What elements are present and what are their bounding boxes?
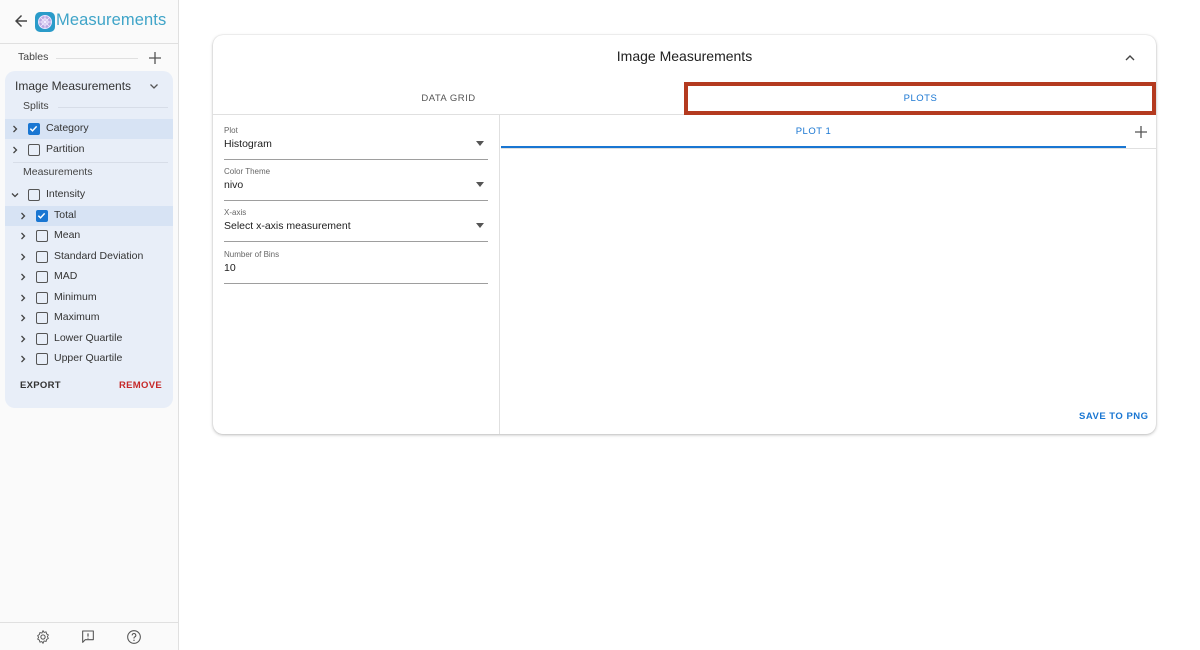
save-to-png-button[interactable]: SAVE TO PNG — [1079, 411, 1149, 422]
tree-item-label: Partition — [46, 142, 85, 155]
tree-item-label: Total — [54, 208, 77, 221]
tree-item-label: Lower Quartile — [54, 331, 123, 344]
plot-type-label: Plot — [224, 126, 238, 135]
plot-type-select[interactable]: Plot Histogram — [224, 126, 488, 160]
chevron-right-icon[interactable] — [18, 313, 28, 323]
checkbox[interactable] — [28, 143, 40, 156]
settings-icon[interactable] — [35, 629, 51, 645]
table-card: Image Measurements Splits Category Partit… — [5, 71, 173, 408]
tab-plots[interactable]: PLOTS — [685, 82, 1156, 115]
measurement-item[interactable]: Maximum — [5, 308, 173, 328]
measurements-panel: Image Measurements DATA GRID PLOTS Plot … — [213, 35, 1156, 434]
plot-pane: PLOT 1 SAVE TO PNG — [501, 115, 1156, 434]
bins-label: Number of Bins — [224, 250, 280, 259]
measurement-item[interactable]: Lower Quartile — [5, 329, 173, 349]
tab-plot-1[interactable]: PLOT 1 — [501, 115, 1126, 148]
tree-item-label: Category — [46, 122, 89, 134]
checkbox[interactable] — [36, 332, 48, 345]
plot-type-value: Histogram — [224, 138, 272, 150]
checkbox[interactable] — [36, 209, 48, 222]
chevron-right-icon[interactable] — [18, 231, 28, 241]
checkbox[interactable] — [36, 353, 48, 365]
help-icon[interactable] — [126, 629, 142, 645]
panel-tabs: DATA GRID PLOTS — [213, 82, 1156, 115]
checkbox[interactable] — [36, 271, 48, 283]
measurement-item[interactable]: MAD — [5, 267, 173, 287]
measurement-item[interactable]: Upper Quartile — [5, 349, 173, 369]
divider — [58, 107, 168, 108]
tab-data-grid[interactable]: DATA GRID — [213, 82, 684, 115]
tree-item-label: Mean — [54, 229, 81, 241]
sidebar-footer — [0, 622, 178, 650]
app-root: Measurements Tables Image Measurements S… — [0, 0, 1200, 650]
divider — [13, 162, 168, 163]
tree-item-label: Minimum — [54, 290, 97, 303]
app-header: Measurements — [0, 0, 178, 44]
arrow-left-icon[interactable] — [12, 12, 30, 30]
chevron-right-icon[interactable] — [18, 252, 28, 262]
sidebar: Measurements Tables Image Measurements S… — [0, 0, 179, 650]
color-theme-select[interactable]: Color Theme nivo — [224, 167, 488, 201]
chevron-down-icon[interactable] — [148, 80, 160, 92]
tables-header: Tables — [0, 50, 178, 66]
caret-down-icon — [476, 182, 484, 187]
plot-tabs: PLOT 1 — [501, 115, 1156, 149]
tree-item-label: Intensity — [46, 188, 86, 200]
caret-down-icon — [476, 141, 484, 146]
table-name[interactable]: Image Measurements — [15, 79, 131, 93]
color-theme-value: nivo — [224, 179, 244, 191]
splits-heading: Splits — [23, 100, 49, 112]
caret-down-icon — [476, 223, 484, 228]
app-title: Measurements — [56, 11, 167, 29]
remove-button[interactable]: REMOVE — [119, 380, 162, 391]
checkbox[interactable] — [36, 250, 48, 263]
panel-title: Image Measurements — [616, 48, 753, 64]
chevron-right-icon[interactable] — [18, 272, 28, 282]
x-axis-value: Select x-axis measurement — [224, 220, 351, 232]
checkbox[interactable] — [28, 189, 40, 201]
chevron-down-icon[interactable] — [10, 190, 20, 200]
measurement-item[interactable]: Standard Deviation — [5, 247, 173, 267]
split-item[interactable]: Category — [5, 119, 173, 139]
add-table-icon[interactable] — [148, 51, 162, 65]
chevron-right-icon[interactable] — [10, 124, 20, 134]
checkbox[interactable] — [28, 123, 40, 135]
bins-value: 10 — [224, 262, 236, 274]
add-plot-icon[interactable] — [1134, 125, 1148, 139]
measurements-heading: Measurements — [23, 166, 93, 178]
tree-item-label: Upper Quartile — [54, 352, 123, 364]
plot-canvas — [501, 149, 1156, 399]
checkbox[interactable] — [36, 230, 48, 242]
measurement-item[interactable]: Total — [5, 205, 173, 226]
chevron-right-icon[interactable] — [18, 211, 28, 221]
plot-settings: Plot Histogram Color Theme nivo X-axis S… — [213, 115, 500, 434]
tables-label: Tables — [18, 51, 49, 63]
chevron-right-icon[interactable] — [10, 145, 20, 155]
split-item[interactable]: Partition — [5, 140, 173, 160]
checkbox[interactable] — [36, 291, 48, 304]
tree-item-label: MAD — [54, 270, 78, 282]
feedback-icon[interactable] — [80, 629, 96, 645]
tree-item-label: Maximum — [54, 311, 100, 323]
measurement-item[interactable]: Minimum — [5, 288, 173, 308]
measurement-item[interactable]: Mean — [5, 226, 173, 246]
measurement-item[interactable]: Intensity — [5, 185, 173, 205]
checkbox[interactable] — [36, 312, 48, 324]
bins-input[interactable]: Number of Bins 10 — [224, 250, 488, 284]
x-axis-select[interactable]: X-axis Select x-axis measurement — [224, 208, 488, 242]
x-axis-label: X-axis — [224, 208, 247, 217]
app-logo-icon — [35, 12, 55, 32]
export-button[interactable]: EXPORT — [20, 380, 61, 391]
chevron-right-icon[interactable] — [18, 293, 28, 303]
chevron-up-icon[interactable] — [1123, 51, 1137, 65]
chevron-right-icon[interactable] — [18, 334, 28, 344]
chevron-right-icon[interactable] — [18, 354, 28, 364]
color-theme-label: Color Theme — [224, 167, 271, 176]
divider — [56, 58, 138, 59]
tree-item-label: Standard Deviation — [54, 249, 144, 262]
